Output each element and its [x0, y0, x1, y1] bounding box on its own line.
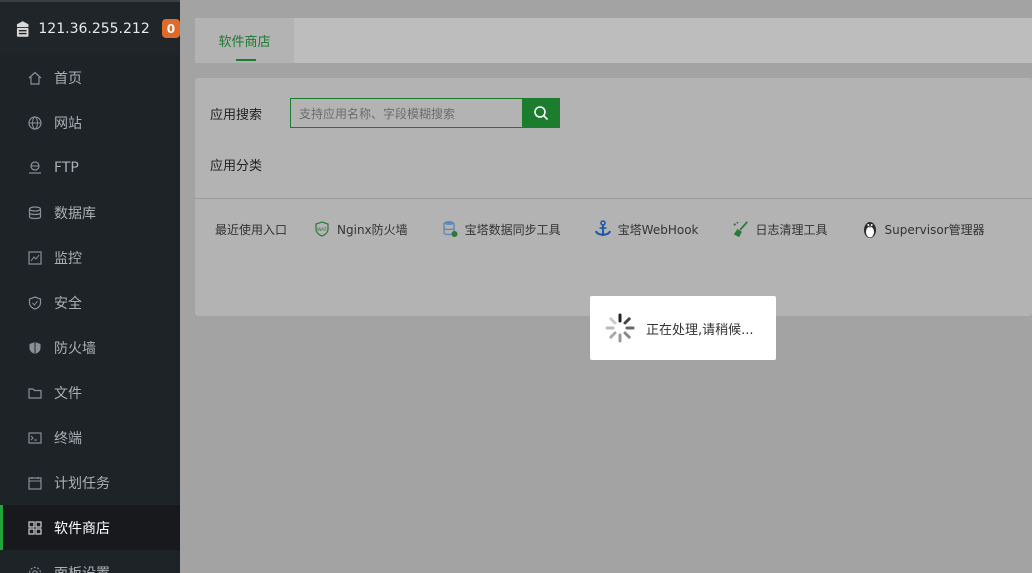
- gear-icon: [27, 565, 43, 573]
- firewall-icon: [27, 340, 43, 356]
- sidebar: 121.36.255.212 0 首页 网站 FTP 数据库 监控 安全 防火墙…: [0, 0, 180, 573]
- sidebar-item-label: 防火墙: [54, 340, 96, 357]
- sidebar-item-label: 网站: [54, 115, 82, 132]
- loading-text: 正在处理,请稍候...: [646, 322, 754, 338]
- sidebar-item-label: 数据库: [54, 205, 96, 222]
- tab-software-store[interactable]: 软件商店: [195, 18, 294, 63]
- tab-bar: 软件商店: [195, 18, 1032, 63]
- recent-plugin-nginx-waf[interactable]: WAF Nginx防火墙: [313, 219, 408, 239]
- recent-plugin-supervisor[interactable]: Supervisor管理器: [861, 219, 985, 239]
- home-icon: [27, 70, 43, 86]
- recent-plugin-log-cleaner[interactable]: 日志清理工具: [732, 219, 828, 239]
- tab-active-underline: [236, 59, 256, 61]
- sidebar-item-label: 软件商店: [54, 520, 110, 537]
- recent-plugin-data-sync[interactable]: 宝塔数据同步工具: [441, 219, 561, 239]
- store-panel: 应用搜索 支持应用名称、字段模糊搜索 应用分类 最近使用入口 WAF Nginx…: [195, 78, 1032, 316]
- monitor-icon: [27, 250, 43, 266]
- sidebar-item-label: 监控: [54, 250, 82, 267]
- terminal-icon: [27, 430, 43, 446]
- broom-icon: [732, 219, 750, 239]
- sidebar-item-database[interactable]: 数据库: [0, 190, 180, 235]
- sidebar-item-label: 终端: [54, 430, 82, 447]
- sidebar-item-label: 安全: [54, 295, 82, 312]
- folder-icon: [27, 385, 43, 401]
- server-icon: [16, 20, 29, 37]
- plugin-name: 日志清理工具: [755, 222, 828, 237]
- waf-icon: WAF: [313, 219, 331, 239]
- database-sync-icon: [441, 219, 459, 239]
- penguin-icon: [861, 219, 879, 239]
- sidebar-item-settings[interactable]: 面板设置: [0, 550, 180, 573]
- sidebar-item-cron[interactable]: 计划任务: [0, 460, 180, 505]
- sidebar-item-monitor[interactable]: 监控: [0, 235, 180, 280]
- sidebar-item-label: 面板设置: [54, 563, 110, 573]
- grid-icon: [27, 520, 43, 536]
- tab-label: 软件商店: [218, 35, 271, 50]
- recent-label: 最近使用入口: [215, 222, 288, 237]
- shield-icon: [27, 295, 43, 311]
- sidebar-item-label: 文件: [54, 385, 82, 402]
- sidebar-item-home[interactable]: 首页: [0, 55, 180, 100]
- calendar-icon: [27, 475, 43, 491]
- search-icon: [534, 106, 549, 121]
- loading-dialog: 正在处理,请稍候...: [590, 296, 776, 360]
- server-header[interactable]: 121.36.255.212 0: [0, 0, 180, 55]
- search-row: 应用搜索 支持应用名称、字段模糊搜索: [210, 98, 560, 128]
- plugin-name: 宝塔WebHook: [617, 222, 699, 237]
- plugin-name: Nginx防火墙: [337, 222, 408, 237]
- plugin-name: Supervisor管理器: [884, 222, 985, 237]
- svg-text:WAF: WAF: [317, 227, 327, 233]
- sidebar-item-firewall[interactable]: 防火墙: [0, 325, 180, 370]
- plugin-name: 宝塔数据同步工具: [464, 222, 561, 237]
- sidebar-item-website[interactable]: 网站: [0, 100, 180, 145]
- server-ip: 121.36.255.212: [38, 20, 150, 37]
- sidebar-item-terminal[interactable]: 终端: [0, 415, 180, 460]
- sidebar-item-ftp[interactable]: FTP: [0, 145, 180, 190]
- search-input[interactable]: 支持应用名称、字段模糊搜索: [290, 98, 522, 128]
- notification-badge[interactable]: 0: [161, 19, 180, 38]
- category-label: 应用分类: [210, 159, 263, 174]
- ftp-icon: [27, 160, 43, 176]
- globe-icon: [27, 115, 43, 131]
- recent-plugin-webhook[interactable]: 宝塔WebHook: [594, 219, 699, 239]
- sidebar-item-label: FTP: [54, 159, 79, 176]
- spinner-icon: [605, 313, 635, 343]
- sidebar-item-label: 计划任务: [54, 475, 110, 492]
- search-label: 应用搜索: [210, 107, 263, 123]
- sidebar-item-files[interactable]: 文件: [0, 370, 180, 415]
- recent-entries: 最近使用入口 WAF Nginx防火墙 宝塔数据同步工具 宝塔WebHook 日…: [215, 218, 1018, 240]
- divider: [195, 198, 1032, 199]
- sidebar-item-security[interactable]: 安全: [0, 280, 180, 325]
- anchor-icon: [594, 219, 612, 239]
- sidebar-item-appstore[interactable]: 软件商店: [0, 505, 180, 550]
- sidebar-item-label: 首页: [54, 70, 82, 87]
- main-content: 软件商店 应用搜索 支持应用名称、字段模糊搜索 应用分类 最近使用入口 WAF …: [180, 0, 1032, 573]
- database-icon: [27, 205, 43, 221]
- search-button[interactable]: [522, 98, 560, 128]
